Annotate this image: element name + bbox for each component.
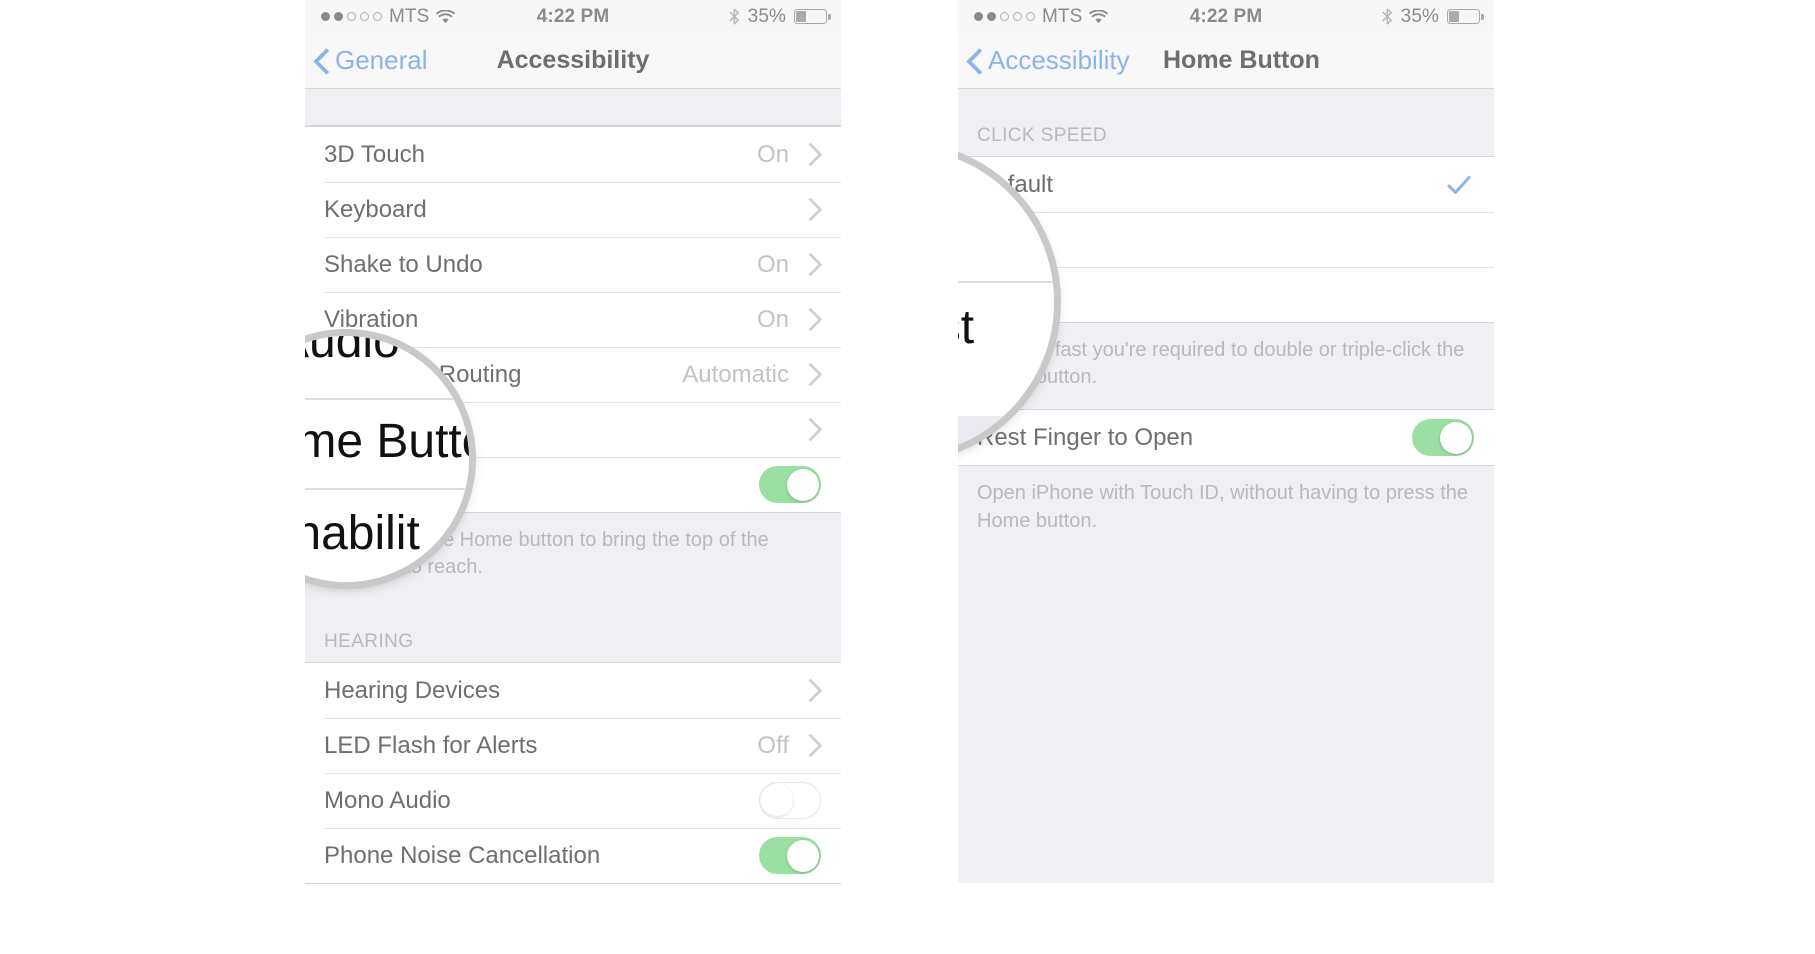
loupe-content: Slow Slowest — [958, 148, 1054, 456]
checkmark-icon — [1446, 172, 1472, 198]
chevron-right-icon — [798, 417, 823, 442]
row-3d-touch[interactable]: 3D Touch On — [305, 127, 841, 182]
loupe-line-bottom: eachabilit — [305, 507, 420, 560]
navigation-bar-left: General Accessibility — [305, 33, 841, 89]
row-mono-audio[interactable]: Mono Audio — [305, 773, 841, 829]
back-button-accessibility[interactable]: Accessibility — [968, 45, 1130, 76]
chevron-right-icon — [798, 733, 823, 758]
section-header-click-speed: CLICK SPEED — [958, 89, 1494, 157]
status-bar-left: MTS 4:22 PM 35% — [305, 0, 841, 33]
bluetooth-icon — [1382, 8, 1393, 25]
battery-icon — [1447, 9, 1484, 24]
status-bar-right-cluster: 35% — [1382, 5, 1484, 28]
row-label: Mono Audio — [324, 786, 451, 814]
phone-screen-home-button: MTS 4:22 PM 35% Accessibility Home Butto… — [958, 0, 1494, 954]
loupe-line-top: Slow — [958, 172, 1054, 227]
section-header-hearing: HEARING — [305, 599, 841, 664]
status-bar-right-cluster: 35% — [729, 5, 831, 28]
chevron-right-icon — [798, 252, 823, 277]
battery-icon — [794, 9, 831, 24]
row-shake-to-undo[interactable]: Shake to Undo On — [305, 237, 841, 292]
table-bottom-filler — [958, 552, 1494, 883]
hearing-group: Hearing Devices LED Flash for Alerts Off… — [305, 663, 841, 885]
bluetooth-icon — [729, 8, 740, 25]
row-keyboard[interactable]: Keyboard — [305, 182, 841, 237]
chevron-right-icon — [798, 307, 823, 332]
magnifier-loupe-home-button: ll Audio Home Button eachabilit — [305, 336, 469, 582]
row-value: On — [756, 305, 789, 333]
phone-screen-accessibility: MTS 4:22 PM 35% General Accessibility 3D… — [305, 0, 841, 954]
row-label: LED Flash for Alerts — [324, 731, 538, 759]
loupe-content: ll Audio Home Button eachabilit — [305, 336, 469, 582]
row-value: On — [756, 250, 789, 278]
navigation-bar-right: Accessibility Home Button — [958, 33, 1494, 89]
battery-percent-label: 35% — [747, 5, 786, 27]
row-label: Hearing Devices — [324, 676, 501, 704]
row-label: Slow — [977, 226, 1494, 254]
page-title-accessibility: Accessibility — [496, 46, 650, 74]
row-value: Automatic — [682, 360, 789, 388]
row-phone-noise-cancellation[interactable]: Phone Noise Cancellation — [305, 828, 841, 884]
row-label: 3D Touch — [324, 140, 425, 168]
row-label: Shake to Undo — [324, 250, 483, 278]
chevron-right-icon — [798, 678, 823, 703]
row-led-flash-for-alerts[interactable]: LED Flash for Alerts Off — [305, 718, 841, 774]
status-bar-right: MTS 4:22 PM 35% — [958, 0, 1494, 33]
row-label: Slowest — [977, 281, 1494, 309]
loupe-separator-top — [305, 398, 465, 400]
reachability-toggle[interactable] — [759, 466, 821, 503]
magnifier-loupe-click-speed: Slow Slowest — [958, 148, 1054, 456]
back-button-label: Accessibility — [988, 45, 1130, 75]
rest-finger-footer-text: Open iPhone with Touch ID, without havin… — [958, 466, 1494, 553]
row-hearing-devices[interactable]: Hearing Devices — [305, 663, 841, 719]
row-label: Vibration — [324, 305, 419, 333]
chevron-right-icon — [798, 197, 823, 222]
chevron-right-icon — [798, 362, 823, 387]
loupe-line-main: Home Button — [305, 415, 469, 468]
page-title-home-button: Home Button — [1163, 46, 1320, 74]
loupe-bottom-strip — [958, 416, 1054, 456]
loupe-line-bottom: Slowest — [958, 301, 975, 354]
row-label: Keyboard — [324, 195, 427, 223]
mono-audio-toggle[interactable] — [759, 782, 821, 820]
table-top-gap — [305, 89, 841, 126]
loupe-line-top: ll Audio — [305, 336, 400, 368]
rest-finger-to-open-toggle[interactable] — [1412, 419, 1474, 457]
phone-noise-cancellation-toggle[interactable] — [759, 837, 821, 875]
row-value: On — [756, 140, 789, 168]
chevron-right-icon — [798, 142, 823, 167]
row-value: Off — [757, 731, 789, 759]
chevron-left-icon — [968, 49, 981, 73]
loupe-separator — [958, 281, 1054, 283]
row-label: Phone Noise Cancellation — [324, 841, 601, 869]
loupe-separator-bottom — [305, 488, 465, 490]
battery-percent-label: 35% — [1400, 5, 1439, 27]
